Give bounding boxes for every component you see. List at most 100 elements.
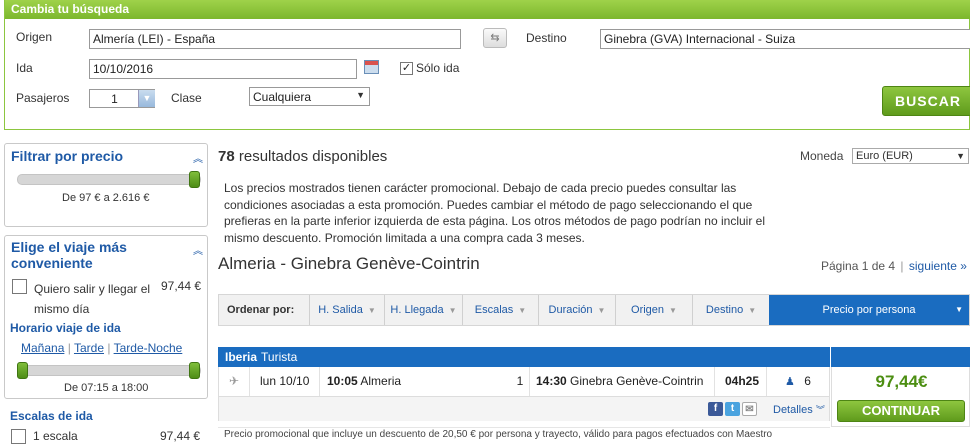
- oneway-checkbox[interactable]: ✓: [400, 62, 413, 75]
- price-filter-panel: Filtrar por precio ︽ De 97 € a 2.616 €: [4, 143, 208, 227]
- airline-name: Iberia: [225, 350, 258, 364]
- continue-button[interactable]: CONTINUAR: [837, 400, 965, 422]
- search-panel: Cambia tu búsqueda Origen Almería (LEI) …: [4, 0, 970, 130]
- one-stop-checkbox[interactable]: [11, 429, 26, 444]
- price-cell: 97,44€ CONTINUAR: [831, 367, 970, 427]
- schedule-slider-max-handle[interactable]: [189, 362, 200, 379]
- origin-input[interactable]: Almería (LEI) - España: [89, 29, 461, 49]
- price-slider-max-handle[interactable]: [189, 171, 200, 188]
- calendar-icon[interactable]: [364, 60, 379, 74]
- chevron-down-icon: ▼: [367, 306, 376, 315]
- chevron-down-icon: ▼: [356, 90, 365, 100]
- class-select[interactable]: Cualquiera ▼: [249, 87, 370, 106]
- currency-select-value: Euro (EUR): [856, 150, 913, 162]
- email-icon[interactable]: ✉: [742, 402, 757, 416]
- search-button[interactable]: BUSCAR: [882, 86, 970, 116]
- schedule-slider-min-handle[interactable]: [17, 362, 28, 379]
- flight-date: lun 10/10: [249, 367, 317, 396]
- facebook-icon[interactable]: f: [708, 402, 723, 416]
- collapse-icon[interactable]: ︽: [193, 150, 203, 165]
- departure-city: Almeria: [360, 374, 402, 388]
- sort-price-label: Precio por persona: [822, 304, 916, 316]
- same-day-line2: mismo día: [34, 302, 90, 316]
- sort-duration-label: Duración: [548, 304, 593, 316]
- same-day-checkbox[interactable]: [12, 279, 27, 294]
- flight-row[interactable]: ✈ lun 10/10 10:05 Almeria 1 14:30 Ginebr…: [218, 367, 830, 397]
- stops-filter-panel: Escalas de ida 1 escala 97,44 €: [4, 405, 208, 447]
- collapse-icon[interactable]: ︽: [193, 242, 203, 257]
- details-link[interactable]: Detalles ︾: [773, 403, 825, 416]
- chevron-down-icon: ▼: [448, 306, 457, 315]
- swap-icon: ⇆: [490, 32, 500, 44]
- price-range-text: De 97 € a 2.616 €: [62, 192, 150, 204]
- flight-price: 97,44€: [875, 372, 928, 391]
- passengers-label: Pasajeros: [16, 91, 70, 105]
- chevron-down-icon: ▼: [518, 306, 527, 315]
- twitter-icon[interactable]: t: [725, 402, 740, 416]
- currency-label: Moneda: [800, 149, 844, 163]
- results-count-suffix: resultados disponibles: [238, 148, 388, 165]
- chevron-down-icon[interactable]: ▼: [138, 90, 155, 107]
- plane-icon: ✈: [228, 374, 240, 388]
- price-header: [831, 347, 970, 367]
- schedule-slider-track[interactable]: [17, 365, 201, 376]
- flight-stops: 1: [516, 374, 524, 388]
- schedule-options: Mañana | Tarde | Tarde-Noche: [21, 341, 183, 355]
- promo-note: Precio promocional que incluye un descue…: [218, 427, 830, 442]
- one-stop-price: 97,44 €: [160, 429, 201, 443]
- price-slider-track[interactable]: [17, 174, 201, 185]
- seat-icon: ♟: [785, 376, 795, 388]
- oneway-label: Sólo ida: [416, 61, 460, 75]
- seats-count: 6: [804, 374, 811, 388]
- sort-origin-label: Origen: [631, 304, 665, 316]
- sort-arrival-time[interactable]: H. Llegada ▼: [384, 295, 462, 325]
- sort-duration[interactable]: Duración ▼: [538, 295, 615, 325]
- share-row: f t ✉ Detalles ︾: [218, 397, 830, 421]
- page-indicator: Página 1 de 4: [821, 259, 896, 273]
- flight-seats: ♟ 6: [766, 367, 831, 396]
- sort-destination-label: Destino: [705, 304, 744, 316]
- flight-header: Iberia Turista: [218, 347, 830, 367]
- promo-text: Los precios mostrados tienen carácter pr…: [224, 181, 766, 246]
- departure-time: 10:05: [327, 374, 358, 388]
- sort-destination[interactable]: Destino ▼: [692, 295, 769, 325]
- schedule-option-evening[interactable]: Tarde-Noche: [114, 341, 183, 355]
- schedule-title: Horario viaje de ida: [10, 321, 121, 335]
- one-stop-label: 1 escala: [33, 429, 78, 443]
- sort-bar: Ordenar por: H. Salida ▼ H. Llegada ▼ Esca…: [218, 294, 970, 326]
- route-title: Almeria - Ginebra Genève-Cointrin: [218, 254, 480, 273]
- arrival-city: Ginebra Genève-Cointrin: [570, 374, 704, 388]
- schedule-option-morning[interactable]: Mañana: [21, 341, 64, 355]
- results-count-number: 78: [218, 148, 235, 165]
- schedule-option-afternoon[interactable]: Tarde: [74, 341, 104, 355]
- same-day-option-label: Quiero salir y llegar el mismo día: [34, 279, 150, 319]
- currency-select[interactable]: Euro (EUR) ▼: [852, 148, 969, 164]
- flight-duration: 04h25: [714, 367, 766, 396]
- chevron-down-icon: ▼: [955, 305, 963, 314]
- sort-arrival-time-label: H. Llegada: [390, 304, 444, 316]
- same-day-line1: Quiero salir y llegar el: [34, 282, 151, 296]
- sort-origin[interactable]: Origen ▼: [615, 295, 692, 325]
- best-trip-title: Elige el viaje más conveniente: [11, 239, 127, 271]
- swap-route-button[interactable]: ⇆: [483, 28, 507, 48]
- next-page-link[interactable]: siguiente »: [909, 259, 967, 273]
- same-day-price: 97,44 €: [161, 279, 202, 293]
- sort-departure-time[interactable]: H. Salida ▼: [309, 295, 384, 325]
- chevron-down-icon: ▼: [669, 306, 677, 315]
- results-count: 78 resultados disponibles: [218, 148, 387, 165]
- flight-arrival: 14:30 Ginebra Genève-Cointrin: [529, 367, 714, 396]
- destination-input[interactable]: Ginebra (GVA) Internacional - Suiza: [600, 29, 970, 49]
- best-trip-title-line2: conveniente: [11, 255, 93, 271]
- chevron-down-icon: ︾: [815, 405, 825, 415]
- sort-price[interactable]: Precio por persona ▼: [769, 295, 969, 325]
- price-filter-title: Filtrar por precio: [11, 148, 124, 164]
- flight-departure: 10:05 Almeria: [319, 367, 511, 396]
- best-trip-title-line1: Elige el viaje más: [11, 239, 127, 255]
- sort-stops[interactable]: Escalas ▼: [462, 295, 538, 325]
- pagination: Página 1 de 4 | siguiente »: [821, 259, 967, 273]
- chevron-down-icon: ▼: [748, 306, 757, 315]
- departure-date-input[interactable]: 10/10/2016: [89, 59, 357, 79]
- search-panel-header: Cambia tu búsqueda: [5, 0, 970, 19]
- arrival-time: 14:30: [536, 374, 567, 388]
- destination-label: Destino: [526, 31, 567, 45]
